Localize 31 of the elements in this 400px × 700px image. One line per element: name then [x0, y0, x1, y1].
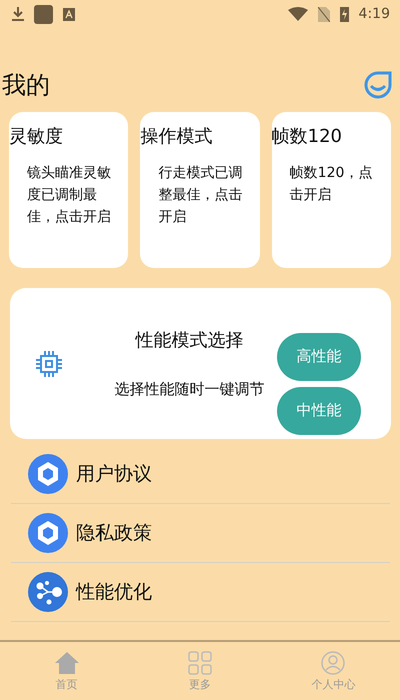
- feature-card[interactable]: 灵敏度 镜头瞄准灵敏度已调制最佳，点击开启: [9, 112, 128, 268]
- menu-label: 性能优化: [76, 580, 152, 605]
- card-text: 帧数120，点击开启: [288, 164, 374, 205]
- feature-card[interactable]: 帧数120 帧数120，点击开启: [272, 112, 391, 268]
- keyboard-icon: [63, 8, 75, 20]
- menu-item[interactable]: 隐私政策: [11, 504, 390, 563]
- menu-item[interactable]: 用户协议: [11, 445, 390, 504]
- card-title: 操作模式: [140, 125, 214, 148]
- chip-icon: [36, 350, 62, 376]
- card-text: 行走模式已调整最佳，点击开启: [157, 164, 244, 227]
- home-icon: [54, 650, 80, 674]
- app-icon: [34, 4, 53, 24]
- grid-icon: [188, 650, 212, 674]
- card-text: 镜头瞄准灵敏度已调制最佳，点击开启: [26, 164, 112, 227]
- download-icon: [12, 7, 24, 21]
- menu-label: 用户协议: [76, 462, 152, 487]
- no-sim-icon: [318, 6, 330, 22]
- section-title: 性能模式选择: [136, 329, 244, 352]
- smiley-icon[interactable]: [364, 70, 392, 100]
- card-title: 帧数120: [272, 125, 344, 148]
- section-subtitle: 选择性能随时一键调节: [114, 380, 264, 399]
- person-icon: [321, 650, 346, 674]
- battery-charging-icon: [340, 6, 349, 22]
- wifi-icon: [288, 7, 308, 21]
- status-time: 4:19: [358, 6, 390, 22]
- feature-card[interactable]: 操作模式 行走模式已调整最佳，点击开启: [140, 112, 260, 268]
- menu-label: 隐私政策: [76, 521, 152, 546]
- page-title: 我的: [2, 70, 50, 101]
- menu-item[interactable]: 性能优化: [11, 563, 390, 622]
- card-title: 灵敏度: [9, 125, 64, 148]
- network-icon: [28, 572, 68, 612]
